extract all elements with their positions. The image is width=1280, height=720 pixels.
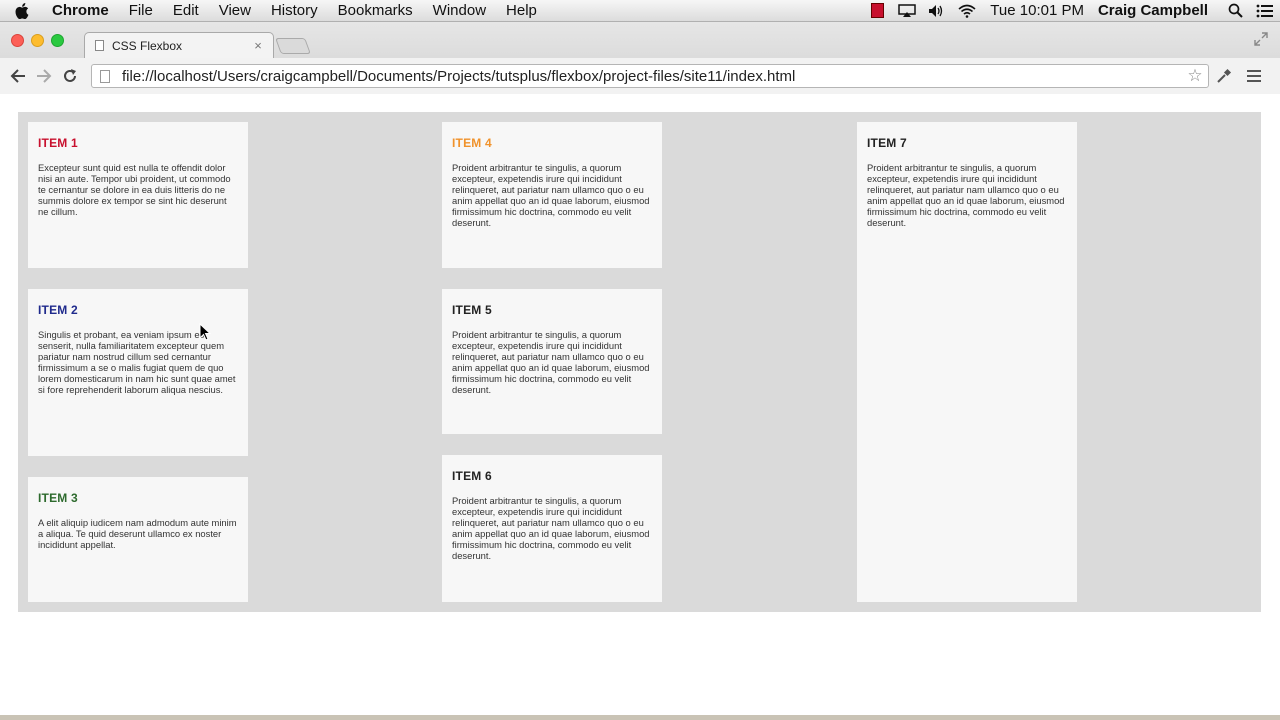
item-title: ITEM 3 [38,491,78,505]
item-card-6: ITEM 6 Proident arbitrantur te singulis,… [442,455,662,602]
page-viewport: ITEM 1 Excepteur sunt quid est nulla te … [0,95,1280,715]
item-card-3: ITEM 3 A elit aliquip iudicem nam admodu… [28,477,248,602]
browser-window-frame: CSS Flexbox × file://localhost/Users/cra… [0,22,1280,94]
item-title: ITEM 4 [452,136,492,150]
item-text: Proident arbitrantur te singulis, a quor… [452,162,650,228]
item-text: Excepteur sunt quid est nulla te offendi… [38,162,231,217]
item-card-4: ITEM 4 Proident arbitrantur te singulis,… [442,122,662,268]
reload-icon[interactable] [57,63,83,89]
tab-close-icon[interactable]: × [249,38,267,53]
volume-icon[interactable] [922,0,952,22]
page-icon [95,40,104,51]
close-window-button[interactable] [11,34,24,47]
spotlight-search-icon[interactable] [1220,0,1250,22]
chrome-menu-icon[interactable] [1239,63,1269,89]
bookmark-star-icon[interactable]: ☆ [1182,66,1208,86]
new-tab-button[interactable] [275,38,311,54]
forward-arrow-icon[interactable] [31,63,57,89]
wifi-icon[interactable] [952,0,982,22]
tab-title: CSS Flexbox [112,38,183,53]
item-card-1: ITEM 1 Excepteur sunt quid est nulla te … [28,122,248,268]
extension-dropper-icon[interactable] [1209,63,1239,89]
browser-toolbar: file://localhost/Users/craigcampbell/Doc… [0,58,1280,94]
menu-help[interactable]: Help [496,0,547,22]
minimize-window-button[interactable] [31,34,44,47]
tab-css-flexbox[interactable]: CSS Flexbox × [84,32,274,58]
item-text: Proident arbitrantur te singulis, a quor… [867,162,1065,228]
item-title: ITEM 5 [452,303,492,317]
address-bar[interactable]: file://localhost/Users/craigcampbell/Doc… [91,64,1209,88]
menu-bookmarks[interactable]: Bookmarks [328,0,423,22]
desktop-edge [0,715,1280,720]
notification-list-icon[interactable] [1250,0,1280,22]
apple-menu-icon[interactable] [0,2,44,19]
menu-bar: Chrome File Edit View History Bookmarks … [0,0,1280,22]
record-icon[interactable] [862,0,892,22]
item-title: ITEM 2 [38,303,78,317]
airplay-icon[interactable] [892,0,922,22]
item-card-5: ITEM 5 Proident arbitrantur te singulis,… [442,289,662,434]
menu-view[interactable]: View [209,0,261,22]
item-title: ITEM 7 [867,136,907,150]
item-text: Proident arbitrantur te singulis, a quor… [452,495,650,561]
menu-user[interactable]: Craig Campbell [1092,2,1220,19]
zoom-window-button[interactable] [51,34,64,47]
item-text: Proident arbitrantur te singulis, a quor… [452,329,650,395]
item-card-7: ITEM 7 Proident arbitrantur te singulis,… [857,122,1077,602]
menu-clock[interactable]: Tue 10:01 PM [982,2,1092,19]
address-bar-url[interactable]: file://localhost/Users/craigcampbell/Doc… [122,68,1182,85]
fullscreen-icon[interactable] [1254,32,1270,48]
menu-window[interactable]: Window [423,0,496,22]
menu-file[interactable]: File [119,0,163,22]
item-title: ITEM 6 [452,469,492,483]
item-title: ITEM 1 [38,136,78,150]
back-arrow-icon[interactable] [5,63,31,89]
item-card-2: ITEM 2 Singulis et probant, ea veniam ip… [28,289,248,456]
menu-app-name[interactable]: Chrome [44,0,119,22]
flex-container: ITEM 1 Excepteur sunt quid est nulla te … [18,112,1261,612]
item-text: A elit aliquip iudicem nam admodum aute … [38,517,237,550]
file-page-icon [100,69,110,83]
menu-history[interactable]: History [261,0,328,22]
menu-edit[interactable]: Edit [163,0,209,22]
